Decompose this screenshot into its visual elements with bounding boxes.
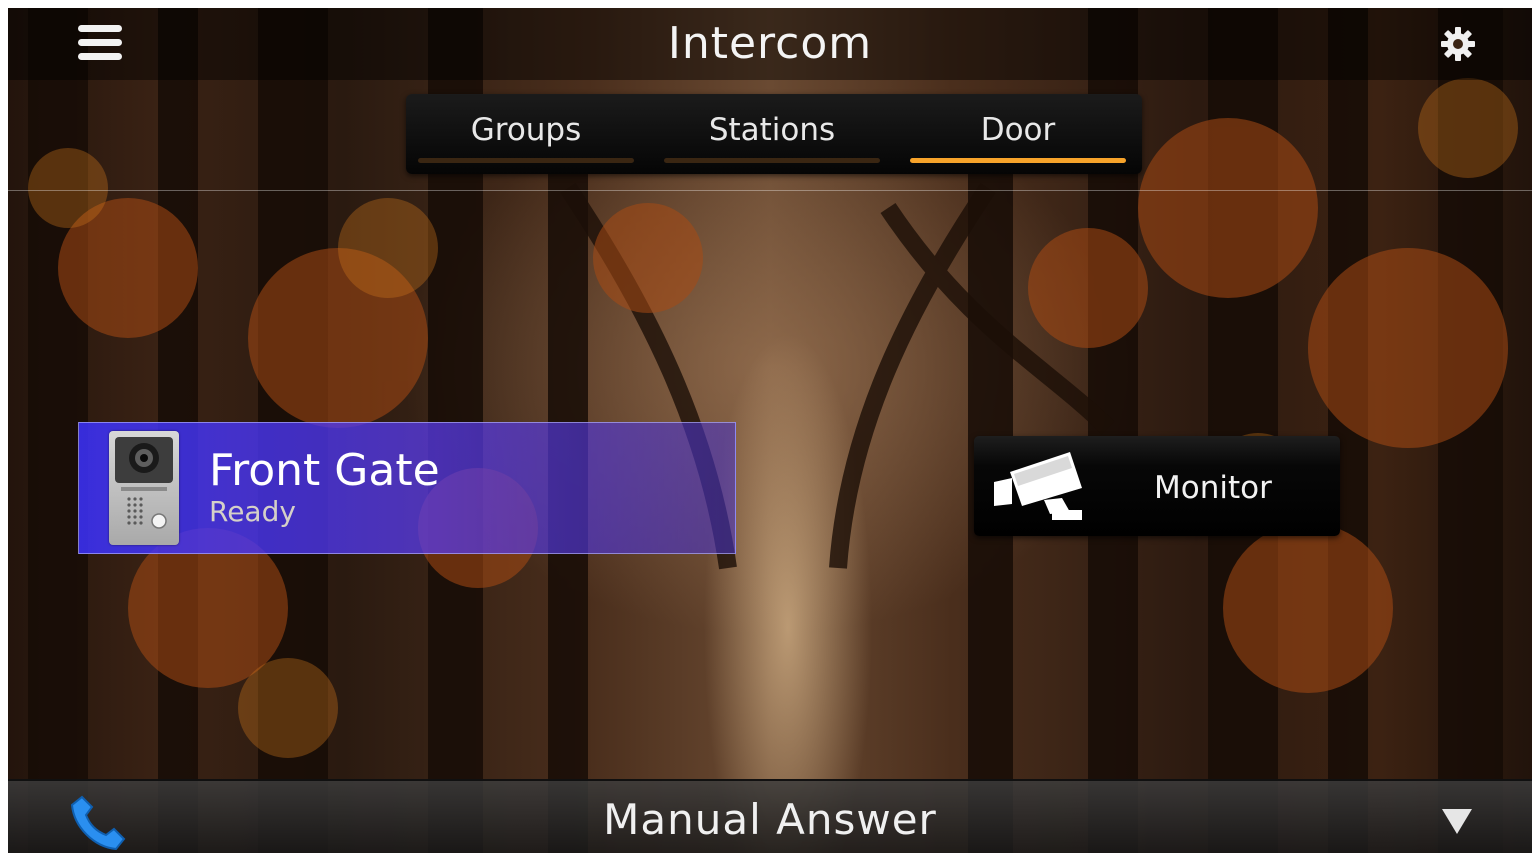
tab-label: Groups	[470, 112, 582, 148]
intercom-screen: Intercom Groups Stations Door Front Gate…	[8, 8, 1532, 853]
triangle-down-icon[interactable]	[1440, 807, 1474, 835]
camera-icon	[994, 452, 1082, 520]
monitor-button[interactable]: Monitor	[974, 436, 1340, 536]
tab-bar: Groups Stations Door	[406, 94, 1142, 174]
door-station-card[interactable]: Front Gate Ready	[78, 422, 736, 554]
tab-indicator-active	[910, 158, 1126, 163]
door-status: Ready	[209, 495, 296, 528]
tab-indicator	[418, 158, 634, 163]
page-title: Intercom	[667, 18, 873, 69]
door-station-icon	[109, 431, 179, 545]
monitor-label: Monitor	[1154, 470, 1272, 506]
top-bar: Intercom	[8, 8, 1532, 80]
gear-icon[interactable]	[1438, 24, 1478, 64]
tab-indicator	[664, 158, 880, 163]
tab-stations[interactable]: Stations	[664, 94, 880, 174]
tab-label: Stations	[708, 112, 836, 148]
answer-mode-select[interactable]: Manual Answer	[8, 795, 1532, 844]
header-divider	[8, 190, 1532, 191]
tab-groups[interactable]: Groups	[418, 94, 634, 174]
tab-door[interactable]: Door	[910, 94, 1126, 174]
tab-label: Door	[980, 112, 1056, 148]
bottom-bar: Manual Answer	[8, 779, 1532, 853]
door-name: Front Gate	[209, 445, 440, 496]
